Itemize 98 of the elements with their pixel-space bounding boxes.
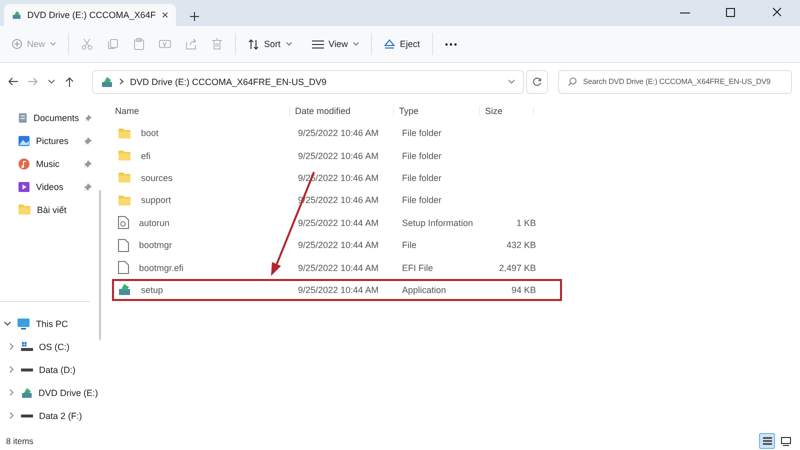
chevron-down-icon[interactable] — [48, 79, 55, 84]
monitor-icon — [781, 436, 791, 446]
drive-icon — [21, 342, 33, 352]
sort-button[interactable]: Sort — [242, 34, 298, 54]
file-name: setup — [140, 284, 164, 295]
address-bar[interactable]: DVD Drive (E:) CCCOMA_X64FRE_EN-US_DV9 — [92, 70, 524, 94]
file-name: efi — [140, 150, 151, 161]
file-row[interactable]: boot 9/25/2022 10:46 AM File folder — [112, 122, 562, 144]
folder-icon — [118, 128, 131, 139]
new-tab-icon[interactable] — [190, 12, 199, 21]
column-header[interactable]: Name — [110, 106, 290, 116]
picture-icon — [18, 134, 30, 146]
sidebar-item[interactable]: Data 2 (F:) — [0, 404, 98, 427]
chevron-down-icon[interactable] — [508, 79, 515, 84]
folder-icon — [118, 172, 131, 184]
add-icon — [12, 39, 22, 49]
chevron-icon[interactable] — [4, 320, 11, 327]
file-name: bootmgr — [138, 240, 172, 250]
view-button[interactable]: View — [306, 35, 365, 53]
folder-icon — [118, 150, 131, 162]
more-icon[interactable] — [444, 42, 457, 46]
sidebar-item[interactable]: This PC — [0, 312, 98, 335]
list-icon — [762, 437, 772, 445]
caret-icon — [286, 42, 292, 46]
date-cell-text: 9/25/2022 10:44 AM — [297, 218, 380, 228]
installer-icon — [118, 283, 131, 296]
type-cell-text: EFI File — [401, 262, 434, 273]
refresh-icon[interactable] — [526, 70, 548, 94]
date-cell-text: 9/25/2022 10:46 AM — [297, 128, 380, 138]
paste-icon[interactable] — [133, 38, 146, 50]
up-icon[interactable] — [65, 76, 74, 86]
date-cell-text: 9/25/2022 10:46 AM — [297, 150, 380, 161]
file-name: sources — [140, 172, 173, 183]
sidebar-item[interactable]: DVD Drive (E:) — [0, 381, 98, 404]
type-cell-text: File folder — [401, 128, 443, 138]
search-icon — [568, 77, 577, 86]
column-header[interactable]: Size — [480, 106, 534, 116]
folder-icon — [118, 194, 131, 206]
type-cell-text: File folder — [401, 150, 443, 161]
sidebar-item[interactable]: Music — [0, 152, 98, 175]
item-count: 8 items — [6, 436, 34, 446]
size-cell-text: 94 KB — [510, 284, 537, 295]
folder-icon — [18, 204, 31, 215]
eject-button[interactable]: Eject — [378, 35, 426, 53]
column-header[interactable]: Date modified — [290, 106, 394, 116]
sidebar-item[interactable]: OS (C:) — [0, 335, 98, 358]
window-tab[interactable]: DVD Drive (E:) CCCOMA_X64F — [4, 4, 176, 26]
sidebar-item[interactable]: Videos — [0, 175, 98, 198]
file-row[interactable]: autorun 9/25/2022 10:44 AM Setup Information 1 KB — [112, 212, 562, 234]
type-cell-text: File folder — [401, 172, 443, 183]
size-cell-text: 432 KB — [505, 240, 537, 250]
back-icon[interactable] — [8, 77, 18, 86]
eject-icon — [384, 39, 395, 49]
caret-icon — [352, 42, 359, 46]
disc-drive-icon — [20, 386, 32, 398]
file-name: autorun — [138, 218, 170, 228]
sort-icon — [248, 38, 260, 50]
date-cell-text: 9/25/2022 10:44 AM — [297, 284, 380, 295]
size-cell-text: 1 KB — [515, 218, 537, 228]
sidebar-item[interactable]: Pictures — [0, 129, 98, 152]
rename-icon[interactable] — [159, 38, 172, 50]
date-cell-text: 9/25/2022 10:44 AM — [297, 262, 380, 273]
column-header[interactable]: Type — [394, 106, 480, 116]
music-icon — [18, 158, 30, 170]
disc-drive-icon — [101, 76, 113, 88]
type-cell-text: Setup Information — [401, 218, 474, 228]
sidebar-item[interactable]: Documents — [0, 106, 98, 129]
file-name: support — [140, 195, 172, 206]
list-icon — [312, 40, 324, 48]
file-name: boot — [140, 128, 159, 138]
share-icon[interactable] — [185, 38, 198, 50]
type-cell-text: File folder — [401, 195, 443, 206]
type-cell-text: Application — [401, 284, 448, 295]
size-cell-text: 2,497 KB — [498, 262, 537, 273]
forward-icon[interactable] — [28, 77, 38, 86]
copy-icon[interactable] — [107, 38, 120, 50]
close-icon[interactable] — [162, 11, 168, 19]
caret-icon — [50, 42, 56, 46]
delete-icon[interactable] — [211, 38, 224, 50]
file-row[interactable]: efi 9/25/2022 10:46 AM File folder — [112, 144, 562, 167]
monitor-icon — [17, 318, 30, 330]
file-icon — [118, 261, 129, 274]
file-row[interactable]: bootmgr 9/25/2022 10:44 AM File 432 KB — [112, 234, 562, 256]
settings-file-icon — [118, 216, 129, 230]
file-name: bootmgr.efi — [138, 262, 184, 273]
file-row[interactable]: bootmgr.efi 9/25/2022 10:44 AM EFI File 2,497 KB — [112, 256, 562, 279]
video-icon — [18, 180, 30, 192]
chevron-right-icon[interactable] — [119, 78, 124, 85]
date-cell-text: 9/25/2022 10:44 AM — [297, 240, 380, 250]
sidebar-item[interactable]: Data (D:) — [0, 358, 98, 381]
drive-icon — [21, 368, 33, 372]
file-icon — [118, 238, 129, 252]
sidebar-item[interactable]: Bài viết — [0, 198, 98, 221]
drive-icon — [21, 414, 33, 418]
details-view-button[interactable] — [759, 433, 775, 449]
disc-drive-icon — [12, 9, 22, 21]
type-cell-text: File — [401, 240, 418, 250]
document-icon — [18, 112, 28, 124]
